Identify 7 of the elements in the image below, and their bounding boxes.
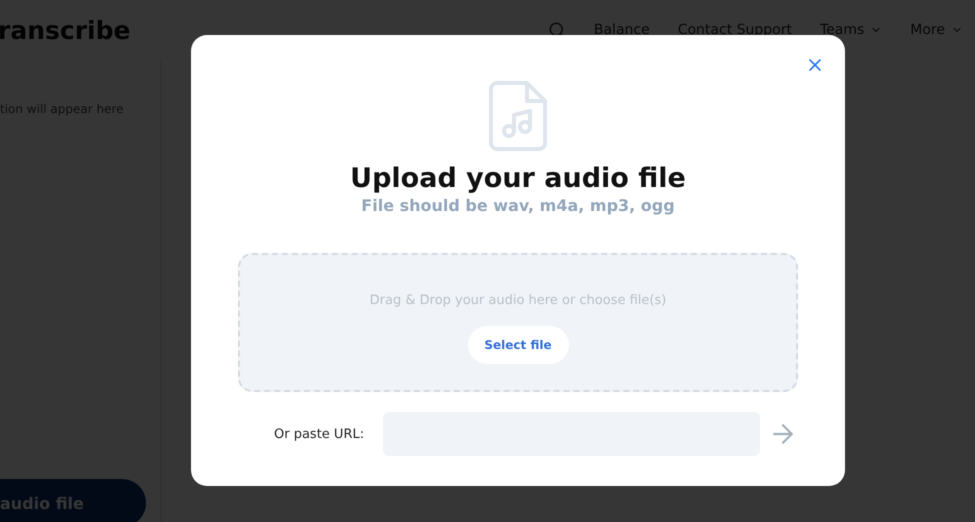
select-file-button[interactable]: Select file bbox=[468, 326, 568, 364]
drop-zone-text: Drag & Drop your audio here or choose file(s) bbox=[370, 293, 666, 308]
url-label: Or paste URL: bbox=[274, 426, 366, 442]
dialog-title: Upload your audio file bbox=[350, 163, 686, 194]
audio-file-icon bbox=[489, 81, 547, 151]
dialog-subtitle: File should be wav, m4a, mp3, ogg bbox=[361, 196, 675, 215]
drop-zone[interactable]: Drag & Drop your audio here or choose file(s) Select file bbox=[238, 253, 798, 392]
